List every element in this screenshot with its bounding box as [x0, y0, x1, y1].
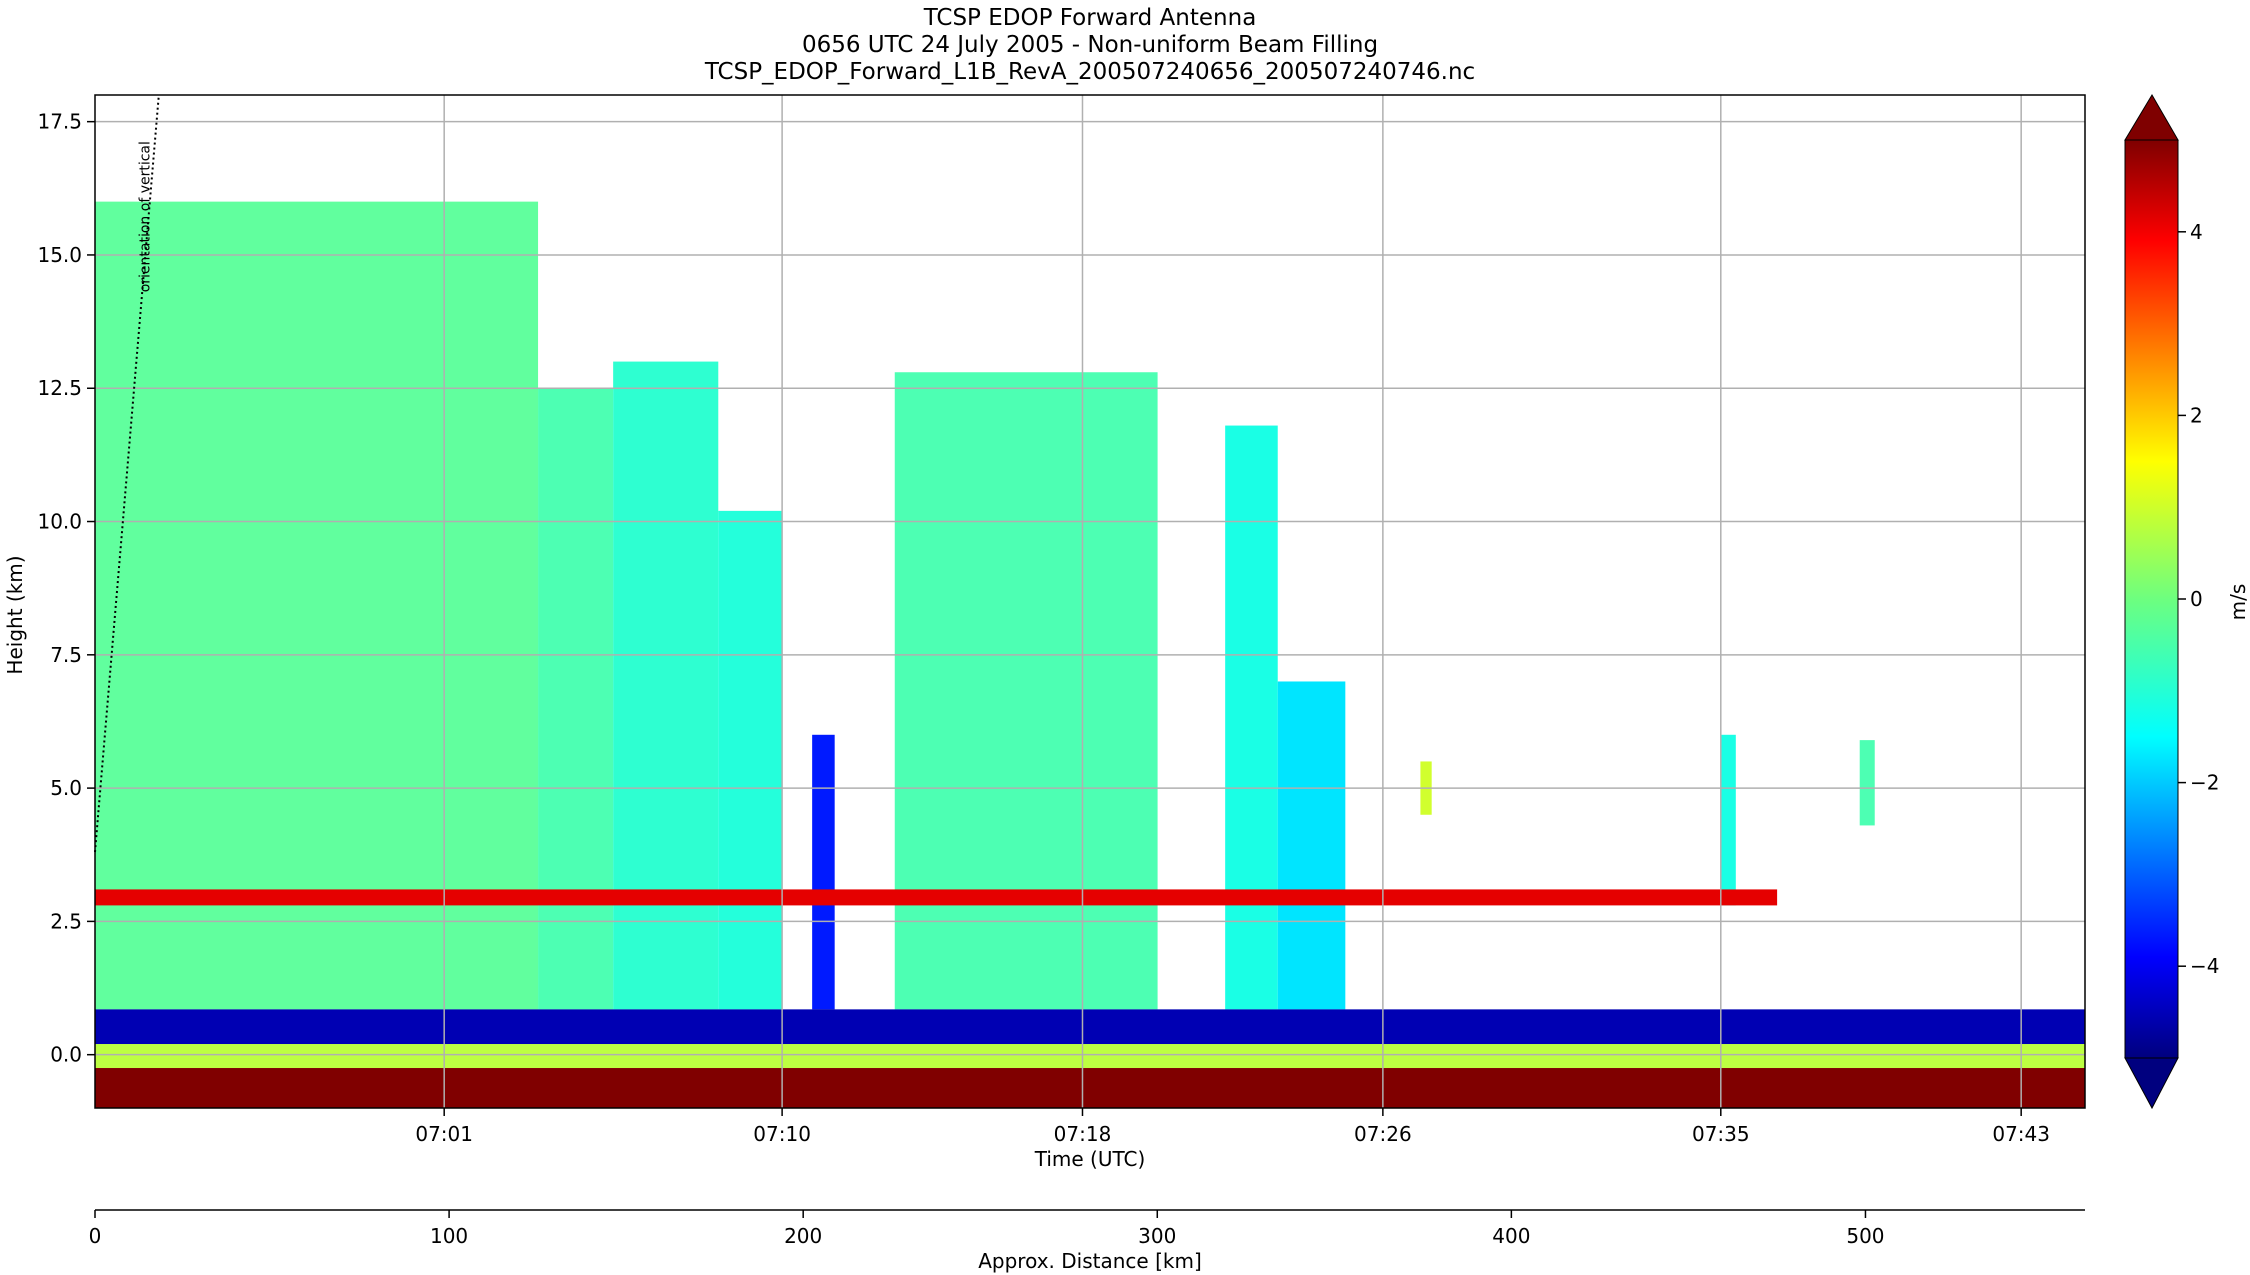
velocity-cell-5 [812, 734, 835, 1010]
edop-velocity-chart: TCSP EDOP Forward Antenna 0656 UTC 24 Ju… [3, 5, 2250, 1273]
x-tick-label: 07:18 [1054, 1122, 1112, 1146]
band-mirror [95, 1009, 2085, 1045]
velocity-cell-2 [613, 361, 719, 1010]
colorbar-tick-label: −4 [2190, 954, 2219, 978]
x-tick-label: 07:01 [415, 1122, 473, 1146]
y-tick-label: 12.5 [37, 376, 82, 400]
y-tick-label: 0.0 [50, 1043, 82, 1067]
colorbar-tick-label: −2 [2190, 771, 2219, 795]
x-tick-label: 07:10 [753, 1122, 811, 1146]
y-tick-label: 7.5 [50, 643, 82, 667]
x-tick-label: 07:26 [1354, 1122, 1412, 1146]
chart-title-line-3: TCSP_EDOP_Forward_L1B_RevA_200507240656_… [704, 59, 1475, 85]
chart-title-line-2: 0656 UTC 24 July 2005 - Non-uniform Beam… [802, 32, 1378, 58]
x-tick-label: 07:43 [1992, 1122, 2050, 1146]
velocity-cell-4 [894, 372, 1158, 1010]
distance-tick-label: 400 [1492, 1224, 1530, 1248]
velocity-cell-1 [538, 388, 614, 1010]
velocity-cell-9 [1859, 740, 1875, 826]
distance-tick-label: 100 [430, 1224, 468, 1248]
x-tick-label: 07:35 [1692, 1122, 1750, 1146]
band-melting-layer [95, 889, 1778, 906]
velocity-cell-3 [718, 510, 783, 1010]
distance-tick-label: 0 [89, 1224, 102, 1248]
chart-title-line-1: TCSP EDOP Forward Antenna [923, 5, 1257, 31]
y-axis-ticks: 0.0 2.5 5.0 7.5 10.0 12.5 15.0 17.5 [37, 110, 95, 1067]
distance-tick-label: 200 [784, 1224, 822, 1248]
velocity-cell-7 [1277, 681, 1346, 1010]
y-tick-label: 5.0 [50, 776, 82, 800]
colorbar-ticks: −4 −2 0 2 4 [2178, 220, 2219, 978]
x-axis-label: Time (UTC) [1034, 1147, 1146, 1171]
colorbar-gradient [2124, 139, 2179, 1059]
y-axis-label: Height (km) [3, 555, 27, 674]
x-axis-ticks: 07:01 07:10 07:18 07:26 07:35 07:43 [415, 1108, 2050, 1146]
colorbar-label: m/s [2226, 584, 2250, 621]
colorbar: −4 −2 0 2 4 m/s [2124, 94, 2250, 1110]
distance-axis-ticks: 0 100 200 300 400 500 [89, 1210, 1885, 1248]
colorbar-tick-label: 2 [2190, 403, 2203, 427]
orientation-of-vertical-label: orientation of vertical [137, 141, 153, 292]
velocity-cell-8 [1720, 734, 1736, 906]
colorbar-extend-top [2124, 94, 2179, 141]
band-surface [95, 1068, 2085, 1108]
colorbar-tick-label: 0 [2190, 587, 2203, 611]
distance-axis-label: Approx. Distance [km] [978, 1249, 1202, 1273]
distance-tick-label: 300 [1138, 1224, 1176, 1248]
y-tick-label: 15.0 [37, 243, 82, 267]
colorbar-tick-label: 4 [2190, 220, 2203, 244]
colorbar-extend-bottom [2124, 1057, 2179, 1110]
velocity-cell-0 [95, 201, 539, 1010]
band-near-surface [95, 1044, 2085, 1069]
y-tick-label: 10.0 [37, 510, 82, 534]
y-tick-label: 2.5 [50, 909, 82, 933]
distance-tick-label: 500 [1846, 1224, 1884, 1248]
y-tick-label: 17.5 [37, 110, 82, 134]
